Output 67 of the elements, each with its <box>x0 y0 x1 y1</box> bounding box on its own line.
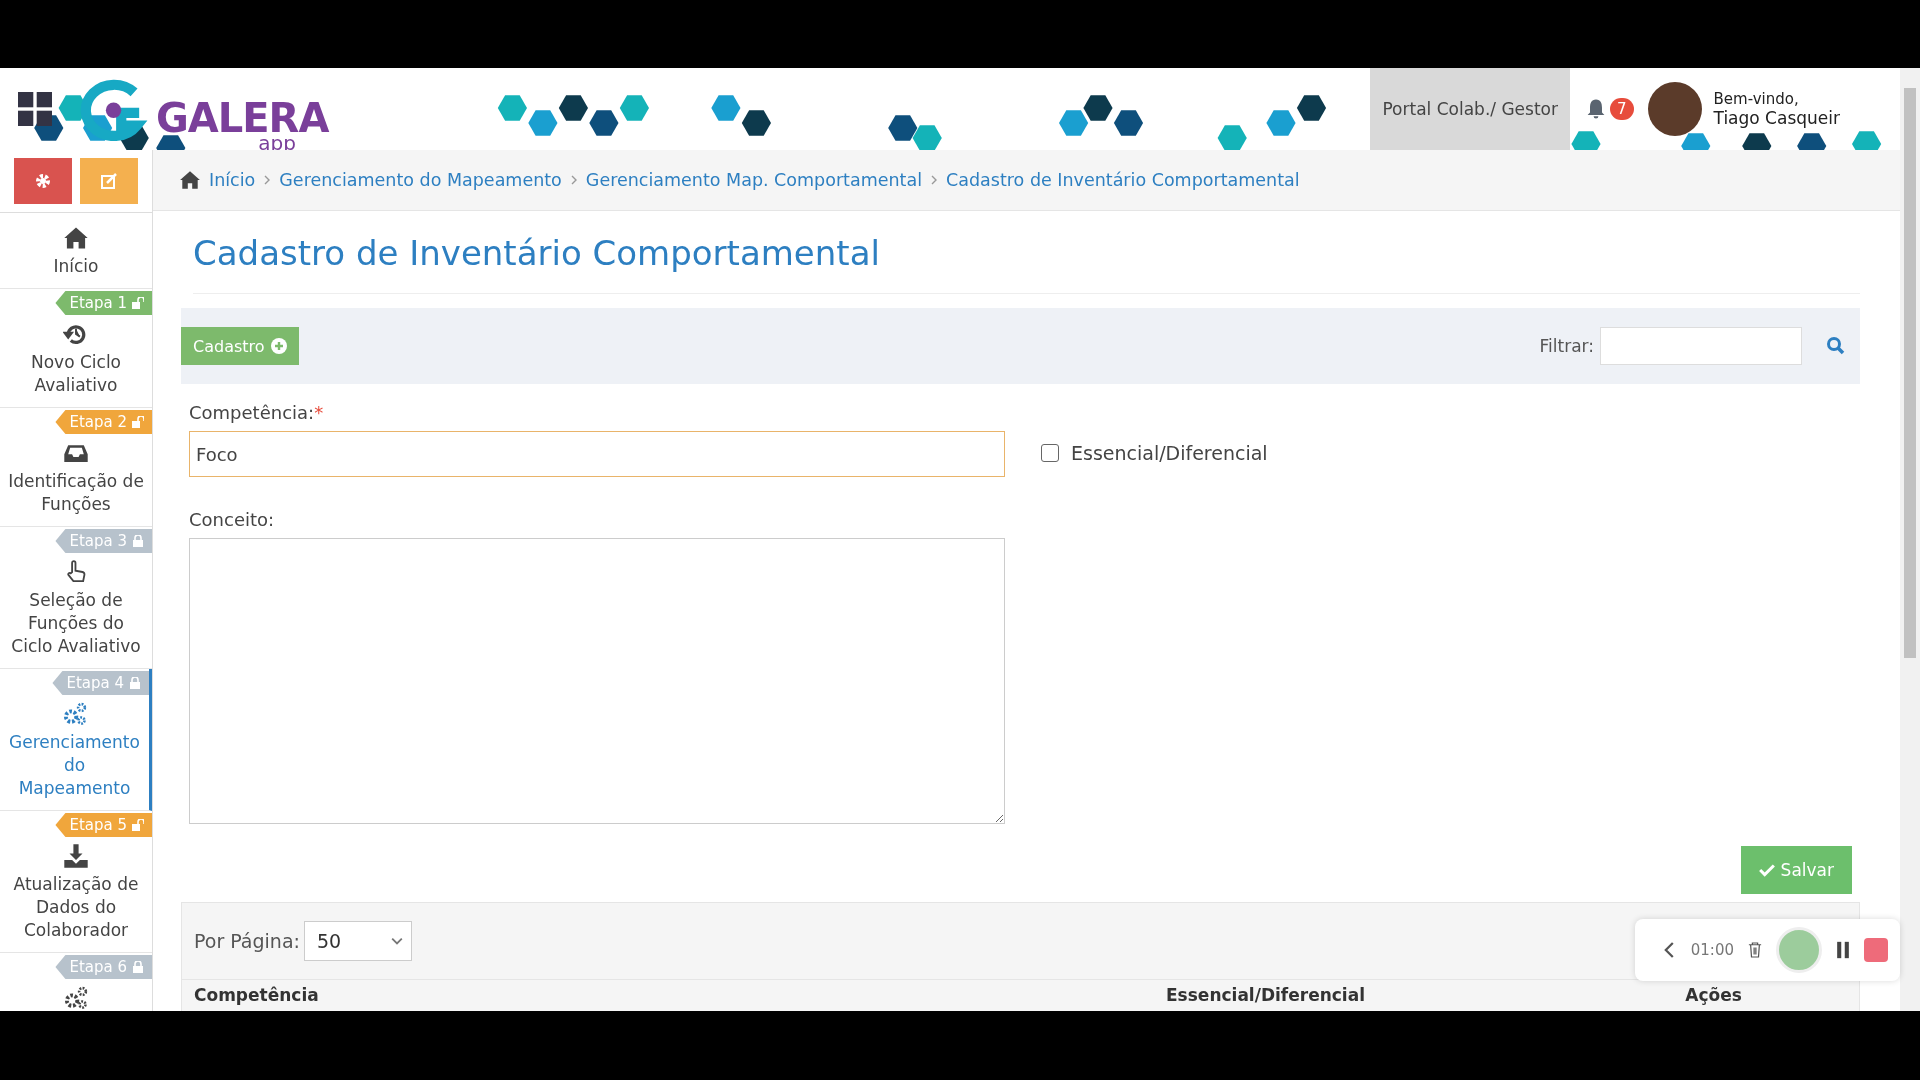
filter-field[interactable] <box>1600 327 1802 365</box>
trash-icon[interactable] <box>1748 940 1762 960</box>
column-header: Essencial/Diferencial <box>1165 985 1366 1007</box>
sidebar-label: Gerenciamento do Mapeamento <box>8 731 141 800</box>
chevron-icon <box>569 174 578 186</box>
conceito-field[interactable] <box>189 538 1005 824</box>
check-icon <box>1758 863 1775 877</box>
checkbox[interactable] <box>1041 444 1059 462</box>
stage-tag: Etapa 2 <box>55 410 152 434</box>
per-page-select[interactable]: 50 <box>303 921 413 961</box>
scrollbar[interactable] <box>1900 68 1920 1011</box>
search-icon[interactable] <box>1826 336 1846 356</box>
sidebar-item[interactable]: Etapa 1 Novo Ciclo Avaliativo <box>0 289 152 408</box>
stage-tag: Etapa 3 <box>55 529 152 553</box>
stage-tag: Etapa 1 <box>55 291 152 315</box>
lock-icon <box>132 961 144 973</box>
field-label: Conceito: <box>189 509 276 530</box>
sidebar-item[interactable]: Início <box>0 213 152 289</box>
checkbox-label: Essencial/Diferencial <box>1071 442 1268 464</box>
chevron-icon <box>930 174 939 186</box>
home-icon <box>179 169 201 191</box>
apps-grid-icon[interactable] <box>18 92 52 126</box>
portal-link[interactable]: Portal Colab./ Gestor <box>1370 68 1570 150</box>
gear-icon <box>33 171 53 191</box>
lock-icon <box>132 535 144 547</box>
notification-count: 7 <box>1609 98 1634 120</box>
breadcrumb-link[interactable]: Cadastro de Inventário Comportamental <box>946 170 1300 190</box>
page-title: Cadastro de Inventário Comportamental <box>193 233 1860 294</box>
edit-icon <box>99 171 119 191</box>
caret-icon <box>391 937 404 945</box>
user-name: Tiago Casqueir <box>1713 108 1840 128</box>
download-icon <box>63 843 89 869</box>
competencia-field[interactable]: Foco <box>189 431 1005 477</box>
sidebar-label: Seleção de Funções do Ciclo Avaliativo <box>10 589 142 658</box>
stage-tag: Etapa 5 <box>55 813 152 837</box>
home-icon <box>63 225 89 251</box>
unlock-icon <box>132 416 144 428</box>
lock-icon <box>129 677 141 689</box>
breadcrumb-link[interactable]: Gerenciamento Map. Comportamental <box>585 170 923 190</box>
gears-icon <box>61 701 88 727</box>
filter-label: Filtrar: <box>1539 336 1594 356</box>
pause-icon[interactable] <box>1836 940 1850 960</box>
gears-icon <box>63 985 89 1011</box>
sidebar-label: Atualização de Dados do Colaborador <box>12 873 140 942</box>
breadcrumb-link[interactable]: Gerenciamento do Mapeamento <box>279 170 562 190</box>
stage-tag: Etapa 6 <box>55 955 152 979</box>
unlock-icon <box>132 819 144 831</box>
sidebar-item[interactable]: Etapa 4 Gerenciamento do Mapeamento <box>0 669 152 811</box>
breadcrumb-link[interactable]: Início <box>209 170 256 190</box>
sidebar-label: Início <box>52 255 100 278</box>
plus-icon <box>270 338 287 354</box>
sidebar-item[interactable]: Etapa 3 Seleção de Funções do Ciclo Avaliativo <box>0 527 152 669</box>
sidebar-item[interactable]: Etapa 5 Atualização de Dados do Colaborador <box>0 811 152 953</box>
sidebar-item[interactable]: Etapa 2 Identificação de Funções <box>0 408 152 527</box>
field-label: Competência:* <box>189 402 325 423</box>
welcome-text: Bem-vindo, <box>1713 90 1800 108</box>
recording-time: 01:00 <box>1690 941 1734 959</box>
unlock-icon <box>132 297 144 309</box>
column-header: Ações <box>1684 985 1743 1007</box>
per-page-label: Por Página: <box>194 930 300 952</box>
sidebar-label: Identificação de Funções <box>7 470 145 516</box>
avatar[interactable] <box>1647 82 1702 136</box>
column-header: Competência <box>193 985 320 1007</box>
stage-tag: Etapa 4 <box>52 671 149 695</box>
sidebar-label: Novo Ciclo Avaliativo <box>29 351 122 397</box>
chevron-icon <box>263 174 272 186</box>
settings-button[interactable] <box>14 158 72 204</box>
